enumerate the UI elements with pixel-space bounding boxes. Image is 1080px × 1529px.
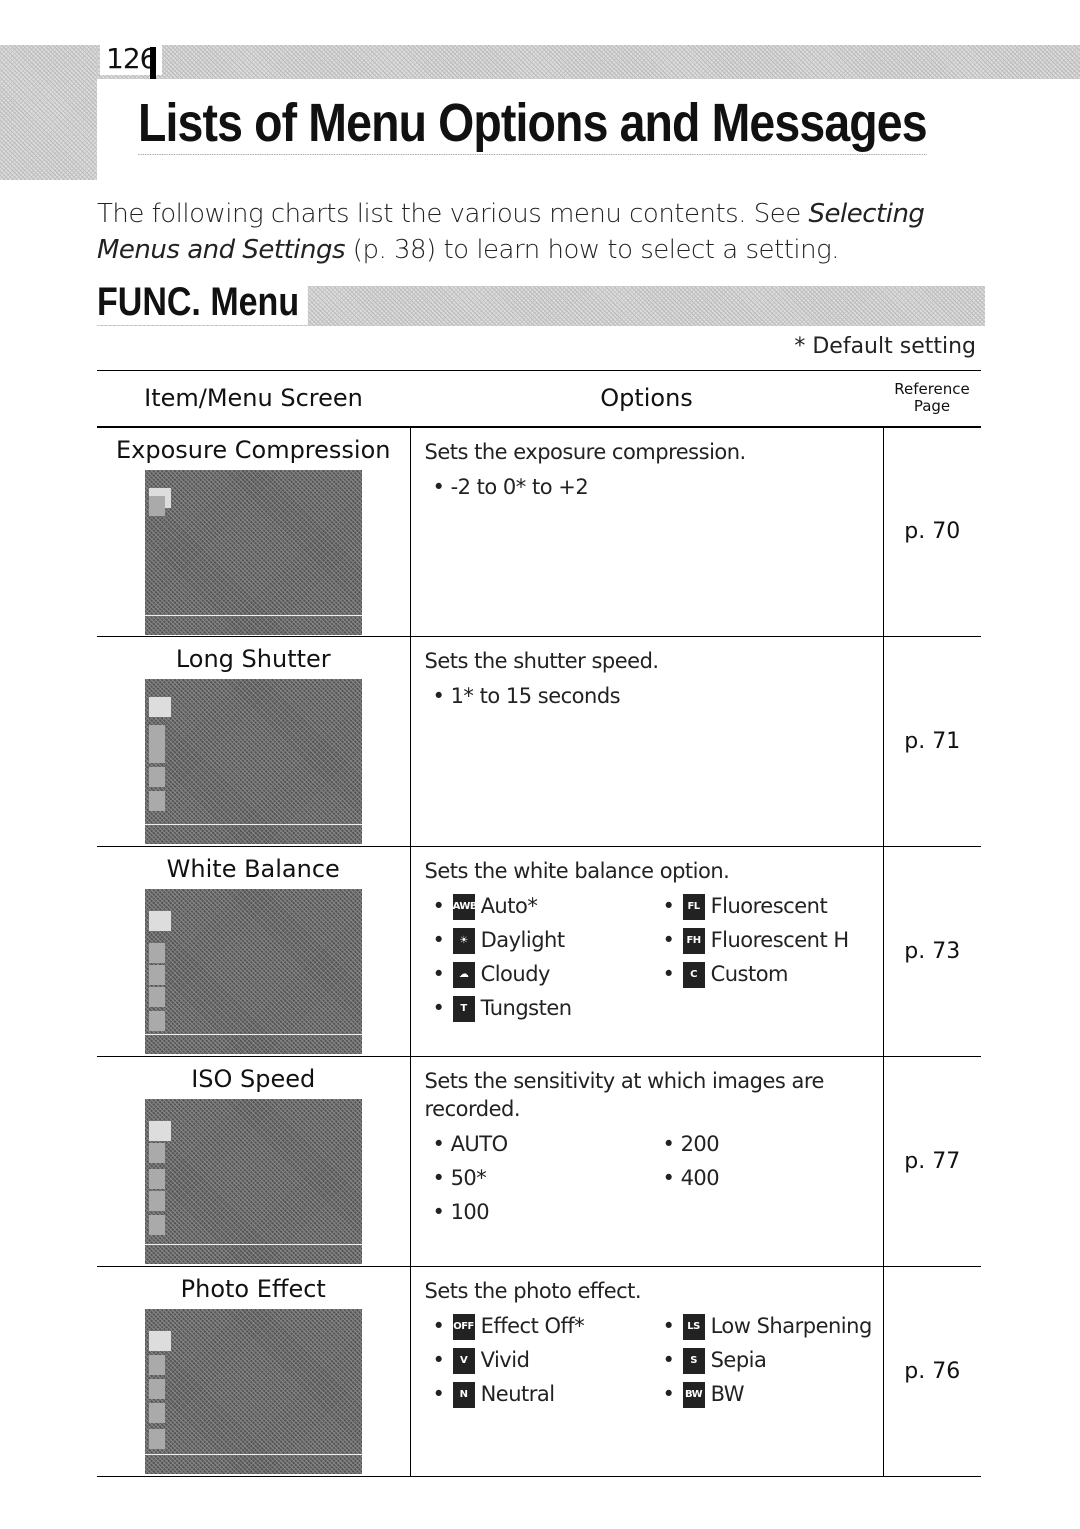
option-item: CCustom	[663, 957, 883, 991]
table-row: Long Shutter Sets the shutter speed. 1* t…	[97, 636, 981, 847]
mode-icon: BW	[682, 1382, 705, 1408]
option-item: FLFluorescent	[663, 889, 883, 923]
option-item: OFFEffect Off*	[433, 1309, 663, 1343]
option-desc: Sets the shutter speed.	[424, 649, 660, 673]
option-item: 400	[663, 1161, 883, 1195]
menu-screen-image	[144, 469, 362, 635]
screen-bottom-bar	[144, 1454, 362, 1474]
screen-bottom-bar	[144, 1034, 362, 1054]
screen-icon	[148, 1331, 171, 1351]
mode-icon: AWB	[452, 894, 478, 920]
screen-icon	[148, 791, 165, 811]
header-options: Options	[410, 370, 883, 428]
screen-icon	[148, 495, 165, 516]
option-item: TTungsten	[433, 991, 663, 1025]
mode-icon: C	[682, 962, 705, 988]
option-item: BWBW	[663, 1377, 883, 1411]
item-name: White Balance	[166, 855, 340, 883]
option-item: -2 to 0* to +2	[433, 470, 883, 504]
option-item: 1* to 15 seconds	[433, 679, 883, 713]
menu-screen-image	[144, 889, 362, 1054]
header-ref: Reference Page	[883, 370, 981, 428]
option-item: FHFluorescent H	[663, 923, 883, 957]
mode-icon: N	[452, 1382, 475, 1408]
screen-icon	[148, 1169, 165, 1189]
item-name: ISO Speed	[191, 1065, 316, 1093]
screen-bottom-bar	[144, 614, 362, 635]
mode-icon: V	[452, 1348, 475, 1374]
mode-icon: T	[452, 996, 475, 1022]
option-item: ☁Cloudy	[433, 957, 663, 991]
screen-icon	[148, 697, 171, 717]
section-title: FUNC. Menu	[97, 280, 308, 325]
screen-icon	[148, 1121, 171, 1141]
option-desc: Sets the white balance option.	[424, 859, 730, 883]
reference-page: p. 77	[883, 1056, 981, 1267]
option-item: 200	[663, 1127, 883, 1161]
screen-icon	[148, 1429, 165, 1449]
mode-icon: LS	[682, 1314, 705, 1340]
reference-page: p. 71	[883, 636, 981, 847]
screen-icon	[148, 987, 165, 1007]
option-item: SSepia	[663, 1343, 883, 1377]
screen-icon	[148, 943, 165, 963]
intro-text: The following charts list the various me…	[97, 199, 925, 265]
screen-icon	[148, 1011, 165, 1031]
reference-page: p. 73	[883, 846, 981, 1057]
menu-screen-image	[144, 1099, 362, 1264]
option-item: 100	[433, 1195, 663, 1229]
reference-page: p. 76	[883, 1266, 981, 1477]
menu-screen-image	[144, 1309, 362, 1474]
page-marker	[150, 47, 156, 79]
screen-icon	[148, 725, 165, 745]
screen-bottom-bar	[144, 1244, 362, 1264]
menu-screen-image	[144, 679, 362, 844]
screen-icon	[148, 1403, 165, 1423]
reference-page: p. 70	[883, 426, 981, 637]
screen-icon	[148, 767, 165, 787]
item-name: Photo Effect	[180, 1275, 326, 1303]
mode-icon: ☀	[452, 928, 475, 954]
option-item: AUTO	[433, 1127, 663, 1161]
mode-icon: ☁	[452, 962, 475, 988]
header-item: Item/Menu Screen	[97, 370, 410, 428]
screen-icon	[148, 1215, 165, 1235]
mode-icon: OFF	[452, 1314, 475, 1340]
item-name: Exposure Compression	[116, 435, 391, 464]
screen-icon	[148, 965, 165, 985]
item-name: Long Shutter	[175, 645, 331, 673]
option-item: AWBAuto*	[433, 889, 663, 923]
option-desc: Sets the photo effect.	[424, 1279, 642, 1303]
table-row: Exposure Compression Sets the exposure c…	[97, 426, 981, 637]
screen-icon	[148, 1355, 165, 1375]
table-row: White Balance Sets the white balance opt…	[97, 846, 981, 1057]
func-menu-table: Item/Menu Screen Options Reference Page E…	[97, 370, 981, 1477]
screen-icon	[148, 1143, 165, 1163]
option-item: ☀Daylight	[433, 923, 663, 957]
screen-icon	[148, 1191, 165, 1211]
option-item: LSLow Sharpening	[663, 1309, 883, 1343]
corner-block	[0, 45, 97, 180]
screen-bottom-bar	[144, 824, 362, 844]
table-row: ISO Speed Sets the sensitivity at which …	[97, 1056, 981, 1267]
option-desc: Sets the exposure compression.	[424, 439, 747, 464]
mode-icon: FH	[682, 928, 705, 954]
screen-icon	[148, 911, 171, 931]
option-item: 50*	[433, 1161, 663, 1195]
option-item: VVivid	[433, 1343, 663, 1377]
default-note: * Default setting	[794, 334, 976, 359]
mode-icon: S	[682, 1348, 705, 1374]
table-row: Photo Effect Sets the photo effect. OFFEf…	[97, 1266, 981, 1477]
screen-icon	[148, 743, 165, 763]
screen-icon	[148, 1379, 165, 1399]
mode-icon: FL	[682, 894, 705, 920]
page-title: Lists of Menu Options and Messages	[138, 93, 928, 155]
option-desc: Sets the sensitivity at which images are…	[424, 1069, 825, 1121]
option-item: NNeutral	[433, 1377, 663, 1411]
